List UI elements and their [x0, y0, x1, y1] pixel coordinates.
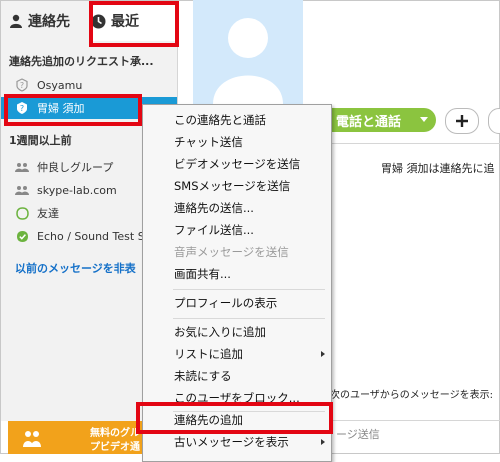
menu-item-send-contacts[interactable]: 連絡先の送信... [143, 197, 331, 219]
menu-item-show-old-messages[interactable]: 古いメッセージを表示 [143, 431, 331, 453]
section-title-requests: 連絡先追加のリクエスト承... [9, 55, 154, 68]
avatar-silhouette-icon [213, 18, 283, 104]
tab-contacts-label: 連絡先 [28, 14, 70, 30]
offline-status-icon [15, 206, 29, 220]
person-icon [9, 14, 23, 28]
divider [330, 420, 500, 421]
menu-item-send-chat[interactable]: チャット送信 [143, 131, 331, 153]
menu-item-send-file[interactable]: ファイル送信... [143, 219, 331, 241]
question-badge-icon: ? [15, 78, 29, 92]
plus-icon [456, 115, 468, 127]
group-icon [15, 183, 29, 197]
more-button[interactable] [488, 108, 500, 134]
hide-old-messages-link[interactable]: 以前のメッセージを非表 [15, 260, 136, 276]
add-contact-notice: 胃婦 須加は連絡先に追 [381, 162, 495, 175]
chevron-down-icon[interactable] [420, 117, 428, 122]
add-button[interactable] [445, 108, 479, 134]
group-video-icon [22, 429, 46, 450]
list-item-osyamu[interactable]: ? Osyamu [1, 74, 177, 96]
list-item-label: 仲良しグループ [37, 161, 114, 174]
call-button[interactable]: 電話と通話 [328, 108, 436, 132]
list-item-label: Echo / Sound Test Se [37, 229, 152, 243]
submenu-arrow-icon [321, 439, 325, 445]
banner-line-1: 無料のグル [90, 428, 140, 439]
list-item-label: skype-lab.com [37, 183, 117, 197]
group-icon [15, 160, 29, 174]
menu-separator [173, 318, 325, 319]
menu-item-call[interactable]: この連絡先と通話 [143, 109, 331, 131]
contact-avatar [193, 0, 303, 104]
menu-item-screen-share[interactable]: 画面共有... [143, 263, 331, 285]
list-item-label: Osyamu [37, 78, 83, 92]
list-item-label: 友達 [37, 207, 59, 220]
divider [330, 143, 500, 144]
section-title-older: 1週間以上前 [9, 134, 72, 147]
menu-item-send-sms[interactable]: SMSメッセージを送信 [143, 175, 331, 197]
banner-line-2: プビデオ通 [90, 442, 140, 453]
menu-item-add-to-list[interactable]: リストに追加 [143, 343, 331, 365]
menu-item-mark-unread[interactable]: 未読にする [143, 365, 331, 387]
menu-item-send-video-message[interactable]: ビデオメッセージを送信 [143, 153, 331, 175]
menu-separator [173, 289, 325, 290]
submenu-arrow-icon [321, 351, 325, 357]
highlight-box-recent-tab [89, 1, 179, 47]
tab-contacts[interactable]: 連絡先 [9, 1, 89, 41]
message-input-hint[interactable]: ージ送信 [336, 426, 380, 442]
online-status-icon [15, 229, 29, 243]
call-button-label: 電話と通話 [336, 114, 402, 130]
svg-text:?: ? [20, 81, 24, 90]
highlight-box-add-contact [136, 402, 333, 434]
highlight-box-contact [4, 94, 142, 126]
menu-item-send-voice-message: 音声メッセージを送信 [174, 245, 289, 259]
message-permission-text: 次のユーザからのメッセージを表示: [330, 390, 493, 401]
menu-item-view-profile[interactable]: プロフィールの表示 [143, 292, 331, 314]
menu-item-add-favorite[interactable]: お気に入りに追加 [143, 321, 331, 343]
